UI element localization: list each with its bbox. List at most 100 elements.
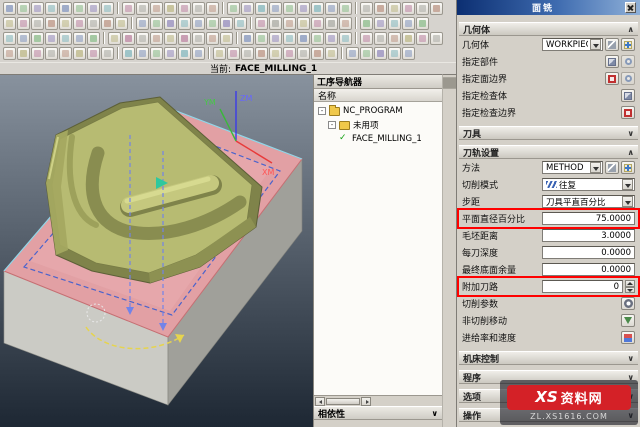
toolbar-icon[interactable] bbox=[297, 47, 310, 60]
toolbar-icon[interactable] bbox=[178, 2, 191, 15]
toolbar-icon[interactable] bbox=[311, 17, 324, 30]
toolbar-icon[interactable] bbox=[283, 47, 296, 60]
toolbar-icon[interactable] bbox=[388, 32, 401, 45]
toolbar-icon[interactable] bbox=[234, 17, 247, 30]
dropdown-arrow-icon[interactable] bbox=[622, 179, 633, 190]
toolbar-icon[interactable] bbox=[59, 17, 72, 30]
final-floor-stock-field[interactable]: 0.0000 bbox=[542, 263, 635, 276]
toolbar-icon[interactable] bbox=[416, 17, 429, 30]
chevron-down-icon[interactable]: ∨ bbox=[628, 129, 635, 138]
toolbar-icon[interactable] bbox=[31, 17, 44, 30]
toolbar-icon[interactable] bbox=[374, 17, 387, 30]
toolbar-icon[interactable] bbox=[206, 32, 219, 45]
face-diameter-percent-field[interactable]: 75.0000 bbox=[542, 212, 635, 225]
close-icon[interactable] bbox=[625, 2, 636, 13]
edit-method-button[interactable] bbox=[605, 161, 619, 174]
toolbar-icon[interactable] bbox=[136, 32, 149, 45]
scroll-right-icon[interactable] bbox=[361, 397, 371, 406]
toolbar-icon[interactable] bbox=[241, 32, 254, 45]
toolbar-icon[interactable] bbox=[59, 32, 72, 45]
toolbar-icon[interactable] bbox=[311, 47, 324, 60]
toolbar-icon[interactable] bbox=[416, 2, 429, 15]
display-face-boundary-button[interactable] bbox=[621, 72, 635, 85]
navigator-item[interactable]: -未用项 bbox=[314, 118, 442, 132]
cut-pattern-select[interactable]: 往复 bbox=[542, 178, 635, 191]
toolbar-icon[interactable] bbox=[402, 17, 415, 30]
toolbar-icon[interactable] bbox=[255, 17, 268, 30]
toolbar-icon[interactable] bbox=[192, 32, 205, 45]
toolbar-icon[interactable] bbox=[31, 47, 44, 60]
toolbar-icon[interactable] bbox=[388, 17, 401, 30]
toolbar-icon[interactable] bbox=[45, 47, 58, 60]
dropdown-arrow-icon[interactable] bbox=[590, 162, 601, 173]
toolbar-icon[interactable] bbox=[255, 47, 268, 60]
toolbar-icon[interactable] bbox=[101, 2, 114, 15]
toolbar-icon[interactable] bbox=[325, 47, 338, 60]
toolbar-icon[interactable] bbox=[297, 32, 310, 45]
toolbar-icon[interactable] bbox=[101, 47, 114, 60]
method-select[interactable]: METHOD bbox=[542, 161, 603, 174]
toolbar-icon[interactable] bbox=[206, 17, 219, 30]
new-method-button[interactable] bbox=[621, 161, 635, 174]
toolbar-icon[interactable] bbox=[360, 17, 373, 30]
toolbar-icon[interactable] bbox=[283, 2, 296, 15]
toolbar-icon[interactable] bbox=[269, 32, 282, 45]
toolbar-icon[interactable] bbox=[416, 32, 429, 45]
navigator-item[interactable]: FACE_MILLING_1 bbox=[314, 132, 442, 146]
display-part-button[interactable] bbox=[621, 55, 635, 68]
tool-section-header[interactable]: 刀具∨ bbox=[459, 126, 638, 140]
select-part-button[interactable] bbox=[605, 55, 619, 68]
dialog-title-bar[interactable]: 面铣 bbox=[457, 0, 640, 15]
toolbar-icon[interactable] bbox=[87, 47, 100, 60]
tree-expand-icon[interactable]: - bbox=[318, 107, 326, 115]
toolbar-icon[interactable] bbox=[325, 17, 338, 30]
dependencies-bar[interactable]: 相依性 ∨ bbox=[314, 406, 442, 420]
stepover-select[interactable]: 刀具平直百分比 bbox=[542, 195, 635, 208]
toolbar-icon[interactable] bbox=[178, 47, 191, 60]
toolbar-icon[interactable] bbox=[339, 32, 352, 45]
non-cutting-moves-button[interactable] bbox=[621, 314, 635, 327]
toolbar-icon[interactable] bbox=[339, 2, 352, 15]
toolbar-icon[interactable] bbox=[73, 17, 86, 30]
toolbar-icon[interactable] bbox=[297, 2, 310, 15]
toolbar-icon[interactable] bbox=[325, 32, 338, 45]
toolbar-icon[interactable] bbox=[17, 32, 30, 45]
toolbar-icon[interactable] bbox=[220, 32, 233, 45]
toolbar-icon[interactable] bbox=[164, 17, 177, 30]
toolbar-icon[interactable] bbox=[269, 17, 282, 30]
toolbar-icon[interactable] bbox=[87, 2, 100, 15]
toolbar-icon[interactable] bbox=[17, 2, 30, 15]
geometry-section-header[interactable]: 几何体∧ bbox=[459, 22, 638, 36]
toolbar-icon[interactable] bbox=[192, 17, 205, 30]
toolbar-icon[interactable] bbox=[402, 47, 415, 60]
scroll-left-icon[interactable] bbox=[315, 397, 325, 406]
toolbar-icon[interactable] bbox=[325, 2, 338, 15]
chevron-down-icon[interactable]: ∨ bbox=[628, 354, 635, 363]
toolbar-icon[interactable] bbox=[122, 32, 135, 45]
toolbar-icon[interactable] bbox=[59, 2, 72, 15]
path-settings-section-header[interactable]: 刀轨设置∧ bbox=[459, 145, 638, 159]
select-check-body-button[interactable] bbox=[621, 89, 635, 102]
toolbar-icon[interactable] bbox=[101, 17, 114, 30]
toolbar-icon[interactable] bbox=[388, 2, 401, 15]
toolbar-icon[interactable] bbox=[136, 17, 149, 30]
toolbar-icon[interactable] bbox=[150, 32, 163, 45]
toolbar-icon[interactable] bbox=[283, 32, 296, 45]
toolbar-icon[interactable] bbox=[17, 47, 30, 60]
toolbar-icon[interactable] bbox=[150, 2, 163, 15]
navigator-column-header[interactable]: 名称 bbox=[314, 89, 442, 102]
toolbar-icon[interactable] bbox=[388, 47, 401, 60]
toolbar-icon[interactable] bbox=[402, 32, 415, 45]
toolbar-icon[interactable] bbox=[3, 32, 16, 45]
toolbar-icon[interactable] bbox=[87, 32, 100, 45]
toolbar-icon[interactable] bbox=[339, 17, 352, 30]
depth-per-cut-field[interactable]: 0.0000 bbox=[542, 246, 635, 259]
toolbar-icon[interactable] bbox=[59, 47, 72, 60]
toolbar-icon[interactable] bbox=[164, 2, 177, 15]
toolbar-icon[interactable] bbox=[255, 2, 268, 15]
toolbar-icon[interactable] bbox=[3, 17, 16, 30]
toolbar-icon[interactable] bbox=[227, 47, 240, 60]
tree-expand-icon[interactable]: - bbox=[328, 121, 336, 129]
cutting-parameters-button[interactable] bbox=[621, 297, 635, 310]
chevron-up-icon[interactable]: ∧ bbox=[628, 148, 635, 157]
